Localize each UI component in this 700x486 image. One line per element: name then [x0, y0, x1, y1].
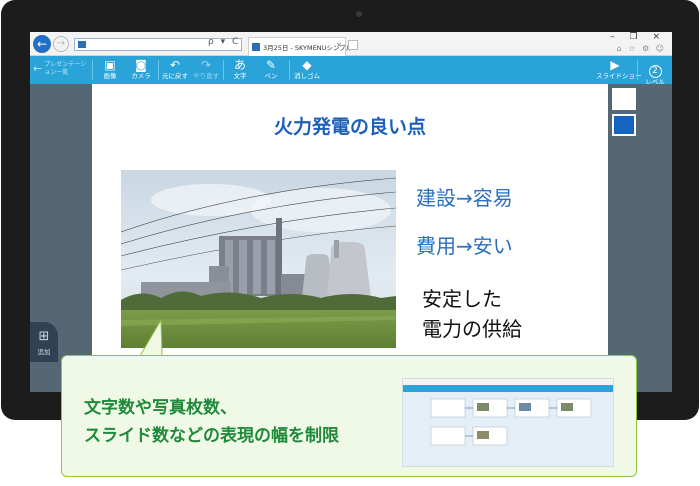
text-label: 文字 [233, 72, 247, 80]
callout-pointer [139, 318, 163, 357]
callout-line-2: スライド数などの表現の幅を制限 [84, 426, 339, 446]
presentation-list-button[interactable]: ← プレゼンテーション一覧 [33, 61, 91, 77]
redo-button[interactable]: ↷ やり直す [192, 58, 220, 81]
slideshow-button[interactable]: ▶ スライドショー [596, 58, 642, 81]
tab-title: 3月25日 - SKYMENUシンプル... [263, 44, 359, 52]
color-swatch-white[interactable] [612, 88, 636, 110]
storyboard-thumbnail [402, 378, 614, 467]
browser-titlebar: ← → ρ ▾ C 3月25日 - SKYMENUシンプル... × – ❐ ×… [30, 32, 672, 56]
bullet-cost[interactable]: 費用→安い [416, 230, 513, 259]
browser-tab[interactable]: 3月25日 - SKYMENUシンプル... × [248, 37, 358, 56]
image-label: 画像 [103, 72, 117, 80]
color-swatch-blue[interactable] [612, 114, 636, 136]
site-favicon-icon [78, 41, 86, 48]
window-controls[interactable]: – ❐ × [610, 32, 666, 42]
slide-title[interactable]: 火力発電の良い点 [92, 112, 608, 139]
eraser-icon: ◆ [302, 58, 312, 72]
browser-forward-button[interactable]: → [53, 36, 69, 52]
eraser-label: 消しゴム [294, 72, 320, 80]
image-button[interactable]: ▣ 画像 [96, 58, 124, 81]
new-tab-button[interactable] [348, 40, 358, 50]
add-slide-button[interactable]: ⊞ 追加 [30, 322, 58, 362]
pen-button[interactable]: ✎ ペン [257, 58, 285, 81]
image-icon: ▣ [104, 58, 116, 72]
undo-button[interactable]: ↶ 元に戻す [161, 58, 189, 81]
color-palette [608, 84, 672, 392]
text-stable-2[interactable]: 電力の供給 [422, 314, 522, 344]
tab-close-icon[interactable]: × [336, 41, 342, 49]
add-label: 追加 [37, 348, 51, 356]
presentation-list-label: プレゼンテーション一覧 [44, 61, 87, 76]
pen-icon: ✎ [265, 58, 277, 72]
toolbar-separator [92, 60, 93, 80]
slideshow-icon: ▶ [610, 58, 620, 72]
camera-label: カメラ [131, 72, 151, 80]
back-arrow-icon: ← [33, 62, 43, 75]
eraser-button[interactable]: ◆ 消しゴム [293, 58, 321, 81]
camera-dot [356, 11, 362, 17]
redo-icon: ↷ [200, 58, 212, 72]
camera-icon: ◙ [135, 58, 147, 72]
bullet-construction[interactable]: 建設→容易 [416, 182, 513, 211]
toolbar-separator [223, 60, 224, 80]
toolbar-separator [637, 60, 638, 80]
toolbar-separator [158, 60, 159, 80]
callout-caption: 文字数や写真枚数、 スライド数などの表現の幅を制限 [84, 394, 339, 450]
undo-icon: ↶ [169, 58, 181, 72]
tab-favicon-icon [252, 43, 260, 51]
level-button[interactable]: 2 レベル [641, 58, 669, 87]
undo-label: 元に戻す [162, 72, 188, 80]
callout-line-1: 文字数や写真枚数、 [84, 398, 237, 418]
browser-right-icons[interactable]: ⌂ ☆ ⚙ ☺ [617, 44, 666, 53]
add-icon: ⊞ [38, 329, 50, 344]
text-icon: あ [233, 58, 246, 72]
pen-label: ペン [264, 72, 278, 80]
redo-label: やり直す [193, 72, 219, 80]
slideshow-label: スライドショー [596, 72, 642, 80]
browser-back-button[interactable]: ← [33, 35, 51, 53]
stage: ← → ρ ▾ C 3月25日 - SKYMENUシンプル... × – ❐ ×… [0, 0, 700, 486]
level-value: 2 [648, 65, 662, 78]
text-stable-1[interactable]: 安定した [422, 284, 502, 314]
app-toolbar: ← プレゼンテーション一覧 ▣ 画像 ◙ カメラ ↶ 元に戻す ↷ やり直す あ… [30, 56, 672, 87]
address-bar-icons[interactable]: ρ ▾ C [208, 37, 240, 47]
callout-box: 文字数や写真枚数、 スライド数などの表現の幅を制限 [61, 355, 637, 477]
camera-button[interactable]: ◙ カメラ [127, 58, 155, 81]
text-button[interactable]: あ 文字 [226, 58, 254, 81]
toolbar-separator [289, 60, 290, 80]
